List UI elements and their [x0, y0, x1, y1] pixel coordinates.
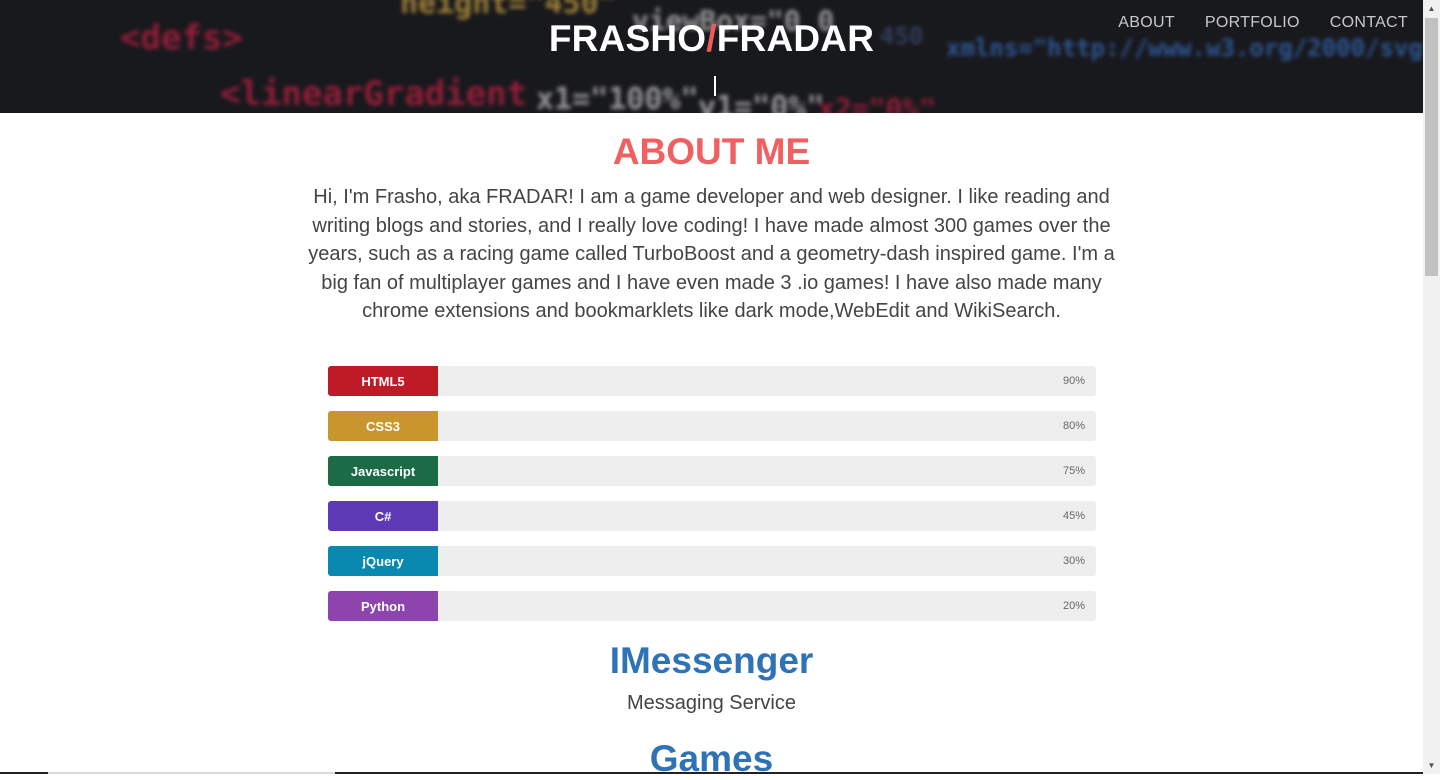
about-heading: ABOUT ME — [612, 131, 811, 172]
site-title-left: FRASHO — [548, 18, 707, 59]
skill-percent: 90% — [1062, 375, 1085, 387]
typing-cursor — [714, 76, 716, 96]
nav-link-portfolio[interactable]: PORTFOLIO — [1205, 14, 1300, 32]
site-title-right: FRADAR — [716, 18, 875, 59]
skill-bar-javascript: Javascript 75% — [328, 456, 1096, 486]
hero-header: <defs> height="450" viewBox="0 0 <linear… — [0, 0, 1423, 113]
skill-percent: 75% — [1062, 465, 1085, 477]
top-nav: ABOUT PORTFOLIO CONTACT — [1118, 14, 1408, 32]
about-text: Hi, I'm Frasho, aka FRADAR! I am a game … — [308, 186, 1115, 323]
skills-list: HTML5 90% CSS3 80% Javascript 75% C# 45%… — [328, 366, 1096, 636]
triangle-down-icon[interactable]: ▼ — [1423, 757, 1440, 774]
skill-percent: 45% — [1062, 510, 1085, 522]
skill-label: Javascript — [328, 456, 438, 486]
triangle-up-icon[interactable]: ▲ — [1423, 0, 1440, 17]
skill-percent: 30% — [1062, 555, 1085, 567]
skill-label: jQuery — [328, 546, 438, 576]
project-title-imessenger[interactable]: IMessenger — [0, 640, 1423, 682]
skill-bar-csharp: C# 45% — [328, 501, 1096, 531]
nav-link-about[interactable]: ABOUT — [1118, 14, 1175, 32]
skill-label: Python — [328, 591, 438, 621]
skill-label: CSS3 — [328, 411, 438, 441]
scrollbar-thumb[interactable] — [1425, 18, 1438, 276]
skill-bar-python: Python 20% — [328, 591, 1096, 621]
skill-percent: 20% — [1062, 600, 1085, 612]
nav-link-contact[interactable]: CONTACT — [1330, 14, 1408, 32]
skill-bar-css3: CSS3 80% — [328, 411, 1096, 441]
skill-label: HTML5 — [328, 366, 438, 396]
skill-bar-html5: HTML5 90% — [328, 366, 1096, 396]
project-subtitle-imessenger: Messaging Service — [627, 692, 796, 714]
skill-bar-jquery: jQuery 30% — [328, 546, 1096, 576]
skill-percent: 80% — [1062, 420, 1085, 432]
vertical-scrollbar[interactable]: ▲ ▼ — [1423, 0, 1440, 774]
skill-label: C# — [328, 501, 438, 531]
site-title-slash: / — [706, 18, 717, 59]
